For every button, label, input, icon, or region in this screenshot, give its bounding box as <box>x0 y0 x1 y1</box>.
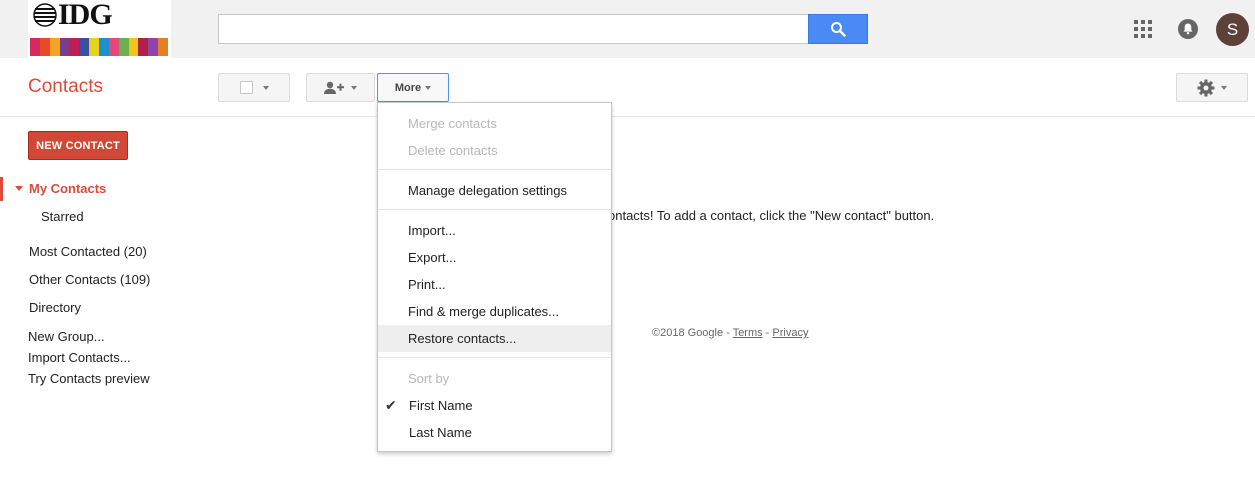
new-group-link[interactable]: New Group... <box>28 329 105 344</box>
logo-stripe <box>59 38 70 56</box>
chevron-down-icon <box>351 85 357 90</box>
try-preview-link[interactable]: Try Contacts preview <box>28 371 150 386</box>
top-bar: IDG S <box>0 0 1255 58</box>
terms-link[interactable]: Terms <box>733 327 763 339</box>
notifications-icon[interactable] <box>1177 18 1199 40</box>
search-input[interactable] <box>218 14 808 44</box>
menu-item-merge-contacts[interactable]: Merge contacts <box>378 110 611 137</box>
menu-item-delete-contacts[interactable]: Delete contacts <box>378 137 611 164</box>
menu-item-import[interactable]: Import... <box>378 217 611 244</box>
logo-stripe <box>128 38 139 56</box>
new-contact-button[interactable]: NEW CONTACT <box>28 131 128 160</box>
menu-label-sort-by: Sort by <box>408 371 450 386</box>
search-icon <box>831 22 846 37</box>
checkmark-icon: ✔ <box>385 397 397 413</box>
page-title[interactable]: Contacts <box>28 76 103 98</box>
expand-triangle-icon[interactable] <box>15 186 23 191</box>
logo-stripe <box>69 38 80 56</box>
logo-stripe <box>39 38 50 56</box>
footer-separator: - <box>762 327 773 339</box>
logo-stripe <box>30 38 40 56</box>
logo-stripe <box>99 38 109 56</box>
search-button[interactable] <box>808 14 868 44</box>
sidebar-item-directory[interactable]: Directory <box>29 300 81 315</box>
active-indicator <box>0 177 3 201</box>
globe-icon <box>33 3 57 27</box>
menu-item-delegation-settings[interactable]: Manage delegation settings <box>378 177 611 204</box>
gear-icon <box>1197 79 1215 96</box>
more-button[interactable]: More <box>377 73 449 102</box>
chevron-down-icon <box>262 85 269 90</box>
person-add-icon <box>324 81 344 94</box>
select-all-button[interactable] <box>218 73 290 102</box>
sidebar-item-other-contacts[interactable]: Other Contacts (109) <box>29 272 150 287</box>
sidebar-item-most-contacted[interactable]: Most Contacted (20) <box>29 244 147 259</box>
menu-divider <box>378 357 611 358</box>
logo-stripe <box>148 38 159 56</box>
logo-stripe <box>49 38 60 56</box>
menu-item-export[interactable]: Export... <box>378 244 611 271</box>
menu-item-find-merge-duplicates[interactable]: Find & merge duplicates... <box>378 298 611 325</box>
apps-grid-icon[interactable] <box>1133 19 1153 39</box>
sidebar-item-starred[interactable]: Starred <box>41 209 84 224</box>
logo-stripe <box>158 38 169 56</box>
add-to-group-button[interactable] <box>306 73 375 102</box>
checkbox-icon <box>239 81 253 94</box>
menu-divider <box>378 169 611 170</box>
account-avatar[interactable]: S <box>1216 13 1249 46</box>
chevron-down-icon <box>425 85 432 90</box>
logo-stripe <box>138 38 149 56</box>
menu-item-restore-contacts[interactable]: Restore contacts... <box>378 325 611 352</box>
settings-button[interactable] <box>1176 73 1248 102</box>
more-actions-menu: Merge contacts Delete contacts Manage de… <box>377 102 612 452</box>
toolbar: Contacts More <box>0 58 1255 117</box>
logo-stripes <box>30 38 169 56</box>
menu-item-sort-first-name[interactable]: ✔ First Name <box>378 392 611 419</box>
more-label: More <box>394 81 422 94</box>
idg-logo[interactable]: IDG <box>28 0 171 58</box>
sidebar-item-my-contacts[interactable]: My Contacts <box>29 181 106 196</box>
copyright-text: ©2018 Google - <box>652 327 733 339</box>
logo-stripe <box>108 38 119 56</box>
logo-stripe <box>118 38 129 56</box>
import-contacts-link[interactable]: Import Contacts... <box>28 350 131 365</box>
logo-text: IDG <box>58 0 113 31</box>
menu-divider <box>378 209 611 210</box>
empty-state-message: ontacts! To add a contact, click the "Ne… <box>608 208 935 223</box>
menu-item-print[interactable]: Print... <box>378 271 611 298</box>
logo-stripe <box>79 38 90 56</box>
menu-item-label: First Name <box>409 398 473 413</box>
logo-stripe <box>89 38 100 56</box>
footer: ©2018 Google - Terms - Privacy <box>652 327 808 339</box>
privacy-link[interactable]: Privacy <box>772 327 808 339</box>
menu-item-sort-last-name[interactable]: Last Name <box>378 419 611 446</box>
chevron-down-icon <box>1221 85 1227 90</box>
